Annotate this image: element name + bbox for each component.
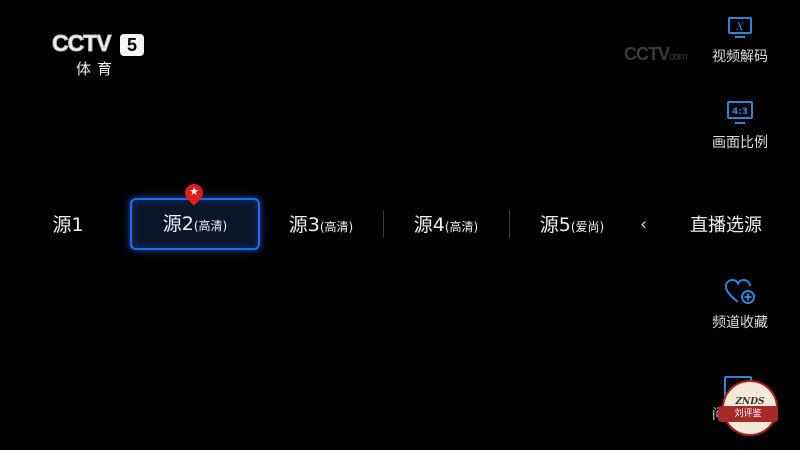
source-item-5[interactable]: 源5(爱尚) bbox=[520, 198, 624, 252]
source-item-1[interactable]: 源1 bbox=[38, 198, 98, 252]
aspect-ratio-label: 画面比例 bbox=[712, 135, 768, 151]
divider bbox=[383, 210, 384, 238]
source-label: 源5 bbox=[539, 214, 571, 236]
star-icon: ★ bbox=[189, 185, 199, 198]
channel-logo-subtitle: 体育 bbox=[76, 60, 119, 78]
aspect-ratio-icon: 4:3 bbox=[727, 101, 753, 124]
video-decode-icon: X bbox=[728, 17, 752, 38]
source-quality: (高清) bbox=[193, 219, 228, 233]
heart-add-icon bbox=[724, 278, 755, 304]
source-select-title: 直播选源 bbox=[690, 215, 762, 236]
channel-logo-number: 5 bbox=[120, 34, 144, 56]
source-label: 源2 bbox=[162, 213, 194, 235]
source-quality: (高清) bbox=[319, 220, 354, 234]
menu-video-decode[interactable]: X 视频解码 bbox=[700, 16, 780, 66]
menu-aspect-ratio[interactable]: 4:3 画面比例 bbox=[700, 100, 780, 152]
watermark-brand: CCTV bbox=[624, 44, 670, 64]
source-label: 源3 bbox=[288, 214, 320, 236]
source-item-3[interactable]: 源3(高清) bbox=[268, 198, 374, 252]
source-quality: (高清) bbox=[444, 220, 479, 234]
chevron-left-icon[interactable]: ‹ bbox=[640, 214, 647, 235]
channel-logo-brand: CCTV bbox=[52, 30, 113, 57]
channel-favorite-label: 频道收藏 bbox=[712, 315, 768, 331]
video-decode-label: 视频解码 bbox=[712, 49, 768, 65]
cctv-watermark: CCTVcom bbox=[624, 44, 688, 65]
video-decode-icon-text: X bbox=[735, 22, 744, 33]
source-item-2-selected[interactable]: 源2(高清) bbox=[130, 198, 260, 250]
source-item-4[interactable]: 源4(高清) bbox=[393, 198, 499, 252]
source-label: 源1 bbox=[52, 214, 84, 236]
znds-badge-ribbon: 刘评鉴 bbox=[718, 406, 778, 422]
aspect-ratio-icon-text: 4:3 bbox=[732, 107, 748, 117]
watermark-suffix: com bbox=[669, 51, 688, 63]
source-list: 源1 源2(高清) 源3(高清) 源4(高清) 源5(爱尚) bbox=[0, 198, 680, 252]
source-label: 源4 bbox=[413, 214, 445, 236]
divider bbox=[509, 210, 510, 238]
menu-channel-favorite[interactable]: 频道收藏 bbox=[700, 278, 780, 332]
source-quality: (爱尚) bbox=[570, 220, 605, 234]
channel-logo: CCTV 5 体育 bbox=[52, 30, 162, 80]
